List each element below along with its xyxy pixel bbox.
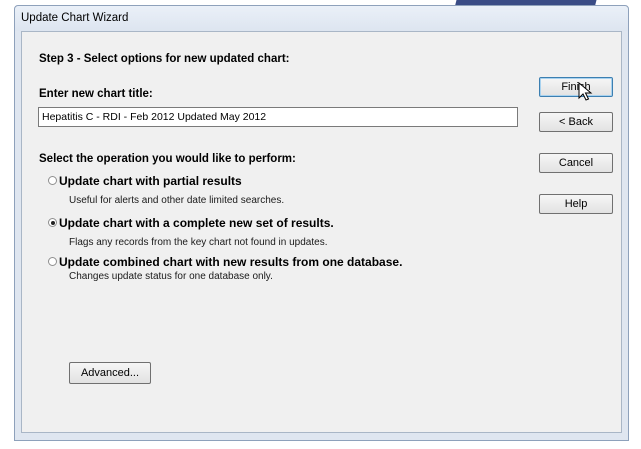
- chart-title-label: Enter new chart title:: [39, 88, 153, 100]
- option-partial-results-description: Useful for alerts and other date limited…: [69, 195, 285, 206]
- advanced-button[interactable]: Advanced...: [69, 362, 151, 384]
- option-combined-chart-radio[interactable]: [48, 257, 57, 266]
- help-button[interactable]: Help: [539, 194, 613, 214]
- mouse-pointer-icon: [578, 82, 593, 101]
- option-partial-results-radio[interactable]: [48, 176, 57, 185]
- step-heading: Step 3 - Select options for new updated …: [39, 53, 290, 65]
- option-combined-chart-label[interactable]: Update combined chart with new results f…: [59, 255, 402, 269]
- window-titlebar[interactable]: Update Chart Wizard: [15, 6, 628, 31]
- chart-title-input[interactable]: [38, 107, 518, 127]
- option-combined-chart-description: Changes update status for one database o…: [69, 271, 273, 282]
- option-partial-results-label[interactable]: Update chart with partial results: [59, 174, 242, 188]
- operation-label: Select the operation you would like to p…: [39, 153, 296, 165]
- option-complete-results-radio[interactable]: [48, 218, 57, 227]
- wizard-client-area: Step 3 - Select options for new updated …: [21, 31, 622, 433]
- option-complete-results-description: Flags any records from the key chart not…: [69, 237, 328, 248]
- cancel-button[interactable]: Cancel: [539, 153, 613, 173]
- finish-button[interactable]: Finish: [539, 77, 613, 97]
- window-title: Update Chart Wizard: [21, 12, 129, 24]
- back-button[interactable]: < Back: [539, 112, 613, 132]
- wizard-window: Update Chart Wizard Step 3 - Select opti…: [14, 5, 629, 441]
- option-complete-results-label[interactable]: Update chart with a complete new set of …: [59, 216, 334, 230]
